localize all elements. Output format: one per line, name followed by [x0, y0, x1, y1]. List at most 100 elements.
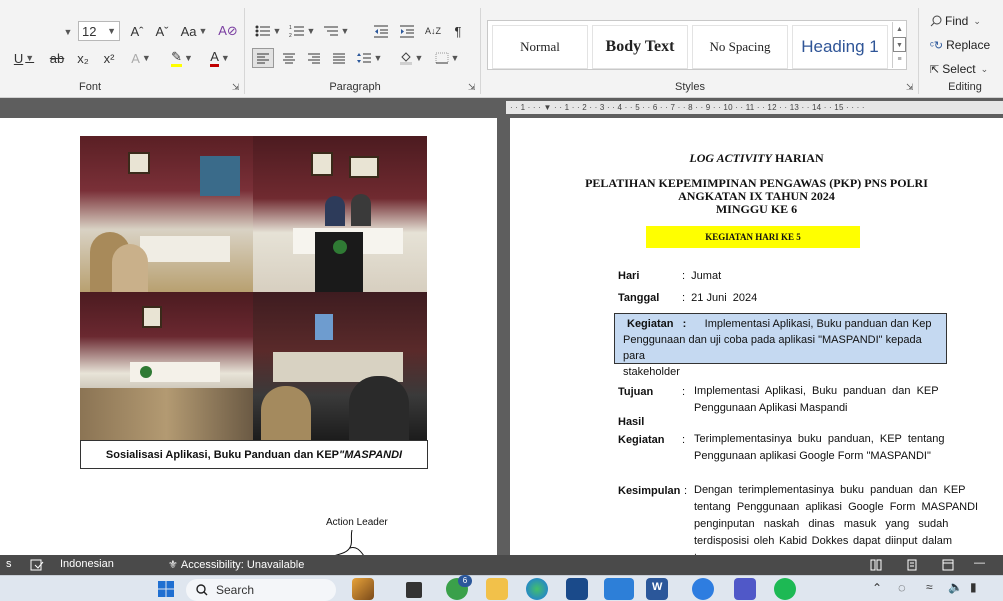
shrink-font-button[interactable]: Aˇ	[151, 21, 173, 41]
colon: :	[684, 485, 688, 497]
proofing-icon[interactable]	[30, 559, 44, 571]
framed-portrait	[311, 152, 333, 176]
style-normal[interactable]: Normal	[492, 25, 588, 69]
align-right-button[interactable]	[303, 48, 325, 68]
page-left[interactable]: Sosialisasi Aplikasi, Buku Panduan dan K…	[0, 118, 497, 555]
chat-app-icon[interactable]	[692, 578, 714, 600]
search-placeholder: Search	[216, 583, 255, 597]
edge-browser-icon[interactable]	[526, 578, 548, 600]
chevron-down-icon: ▼	[183, 53, 193, 63]
accessibility-label: Accessibility: Unavailable	[180, 558, 305, 571]
paragraph-dialog-launcher-icon[interactable]: ⇲	[468, 82, 476, 93]
whatsapp-icon[interactable]: 6	[446, 575, 472, 600]
horizontal-ruler[interactable]: · · 1 · · · ▼ · · 1 · · 2 · · 3 · · 4 · …	[506, 101, 1003, 114]
kegiatan-box: Kegiatan : Implementasi Aplikasi, Buku p…	[614, 313, 947, 378]
show-formatting-button[interactable]: ¶	[448, 21, 468, 41]
tanggal-value: : 21 Juni 2024	[682, 292, 758, 304]
font-name-dropdown[interactable]: ▼	[60, 22, 74, 42]
font-color-button[interactable]: A ▼	[204, 48, 236, 68]
replace-label: Replace	[946, 38, 991, 52]
styles-dialog-launcher-icon[interactable]: ⇲	[906, 82, 914, 93]
superscript-button[interactable]: x²	[98, 48, 120, 68]
wifi-icon[interactable]: ≈	[926, 580, 933, 594]
align-center-button[interactable]	[278, 48, 300, 68]
taskbar-search[interactable]: Search	[186, 579, 336, 601]
battery-icon[interactable]: ▮	[970, 580, 977, 594]
align-right-icon	[308, 53, 320, 64]
divider	[918, 8, 919, 94]
increase-indent-button[interactable]	[396, 21, 418, 41]
bullets-button[interactable]: ▼	[254, 21, 282, 41]
task-view-icon[interactable]	[406, 582, 422, 598]
file-explorer-icon[interactable]	[486, 578, 508, 600]
volume-icon[interactable]: 🔈	[948, 580, 963, 594]
print-layout-icon[interactable]	[906, 559, 918, 571]
myhp-icon[interactable]	[604, 578, 634, 600]
subscript-button[interactable]: x₂	[72, 48, 94, 68]
underline-button[interactable]: U ▼	[10, 48, 38, 68]
borders-button[interactable]: ▼	[432, 48, 462, 68]
style-no-spacing[interactable]: No Spacing	[692, 25, 788, 69]
kesimpulan-text: Dengan terimplementasinya buku panduan d…	[694, 482, 979, 555]
page-right[interactable]: LOG ACTIVITY HARIAN PELATIHAN KEPEMIMPIN…	[510, 118, 1003, 555]
highlight-button[interactable]: ✎ ▼	[165, 48, 199, 68]
line-spacing-button[interactable]: ▼	[354, 48, 384, 68]
language-indicator[interactable]: Indonesian	[60, 558, 114, 570]
replace-button[interactable]: ᶜ↻ Replace	[930, 38, 990, 52]
line-spacing-icon	[356, 53, 371, 63]
gallery-down-icon[interactable]: ▼	[893, 37, 906, 52]
tanggal-label: Tanggal	[618, 292, 660, 304]
store-icon[interactable]	[566, 578, 588, 600]
font-group-label: Font	[78, 81, 101, 93]
shrink-font-icon: Aˇ	[155, 23, 169, 39]
sort-button[interactable]: A↓Z	[422, 21, 444, 41]
select-button[interactable]: ⇱ Select ⌄	[930, 62, 988, 76]
numbering-button[interactable]: 1 2 ▼	[288, 21, 316, 41]
widget-icon[interactable]	[352, 578, 374, 600]
gallery-up-icon[interactable]: ▲	[893, 22, 906, 37]
justify-button[interactable]	[328, 48, 350, 68]
teams-icon[interactable]	[734, 578, 756, 600]
zoom-slider[interactable]: —	[974, 557, 985, 569]
find-button[interactable]: Find ⌄	[930, 14, 981, 28]
editing-group-label: Editing	[948, 81, 982, 93]
photo-meeting-4	[253, 292, 427, 440]
word-app-icon[interactable]: W	[646, 578, 668, 600]
accessibility-status[interactable]: ⚜ Accessibility: Unavailable	[168, 558, 305, 572]
word-window: ▼ 12 ▼ Aˆ Aˇ Aa ▼ A⊘ U ▼ ab x₂ x² A ▼ ✎ ▼ A ▼…	[0, 0, 1003, 601]
change-case-button[interactable]: Aa ▼	[176, 21, 212, 41]
find-label: Find	[945, 14, 969, 28]
read-mode-icon[interactable]	[870, 559, 882, 571]
accessibility-icon: ⚜	[168, 559, 178, 571]
windows-start-icon[interactable]	[158, 581, 174, 597]
clear-formatting-button[interactable]: A⊘	[217, 21, 239, 41]
chevron-down-icon: ⌄	[973, 15, 981, 26]
gallery-more-icon[interactable]: ≡	[893, 52, 906, 67]
style-heading-1[interactable]: Heading 1	[792, 25, 888, 69]
grow-font-button[interactable]: Aˆ	[126, 21, 148, 41]
tujuan-line: Implementasi Aplikasi, Buku panduan dan …	[694, 385, 939, 397]
status-edge-text: s	[6, 558, 12, 570]
tray-overflow-icon[interactable]: ⌃	[872, 581, 882, 595]
paragraph-group-label: Paragraph	[329, 81, 381, 93]
multilevel-list-button[interactable]: ▼	[322, 21, 350, 41]
strikethrough-button[interactable]: ab	[46, 48, 68, 68]
notification-badge: 6	[458, 575, 472, 587]
divider	[244, 8, 245, 94]
status-bar: s Indonesian ⚜ Accessibility: Unavailabl…	[0, 555, 1003, 575]
person-shape	[349, 376, 409, 440]
text-effects-button[interactable]: A ▼	[126, 48, 156, 68]
kesimpulan-line: tentang Penggunaan aplikasi Google Form …	[694, 501, 979, 513]
tray-app-icon[interactable]: ◌	[898, 580, 906, 595]
shading-button[interactable]: ▼	[396, 48, 426, 68]
styles-group-label: Styles	[675, 81, 705, 93]
style-body-text[interactable]: Body Text	[592, 25, 688, 69]
align-left-button[interactable]	[252, 48, 274, 68]
highlighter-icon: ✎	[171, 49, 182, 67]
spotify-icon[interactable]	[774, 578, 796, 600]
decrease-indent-button[interactable]	[370, 21, 392, 41]
font-dialog-launcher-icon[interactable]: ⇲	[232, 82, 240, 93]
sort-icon: A↓Z	[424, 26, 441, 36]
web-layout-icon[interactable]	[942, 559, 954, 571]
font-size-box[interactable]: 12 ▼	[78, 21, 120, 41]
